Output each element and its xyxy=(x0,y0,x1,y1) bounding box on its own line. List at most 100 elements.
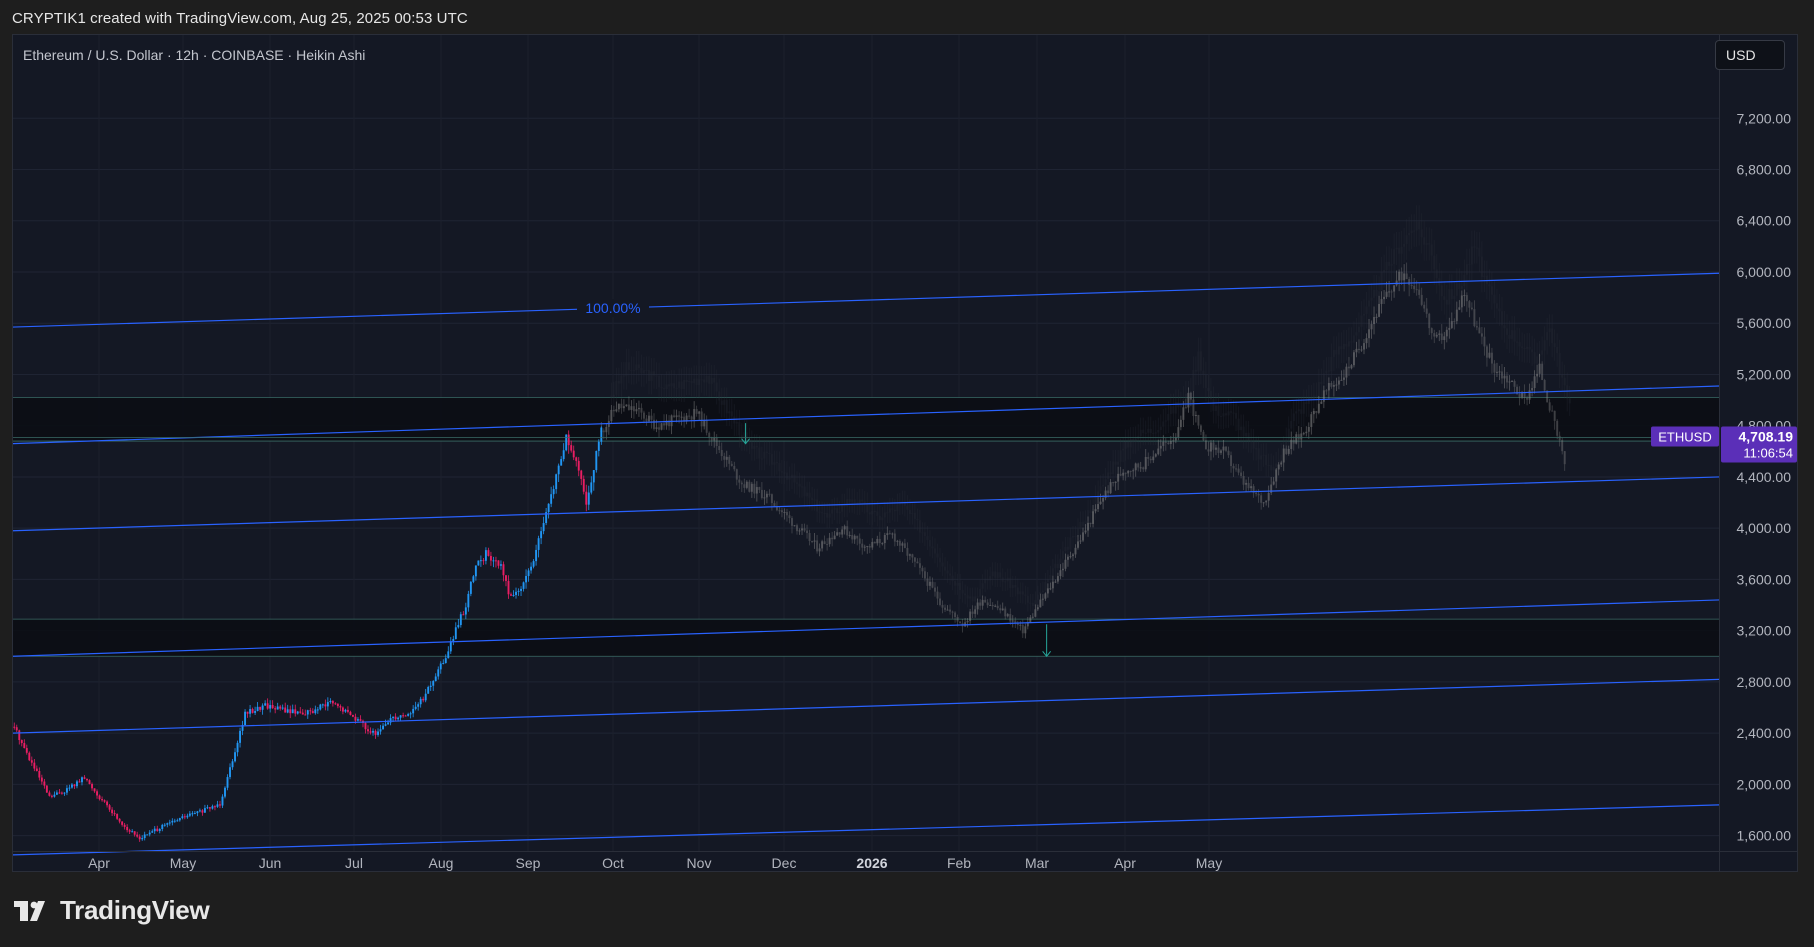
candle xyxy=(168,819,171,826)
candle xyxy=(264,700,267,707)
candle xyxy=(251,707,254,714)
channel-line-0[interactable] xyxy=(13,272,1720,328)
candle xyxy=(334,702,337,705)
candle xyxy=(28,751,31,762)
candle xyxy=(83,775,86,780)
candle xyxy=(1210,440,1212,461)
price-tick-label: 5,200.00 xyxy=(1737,366,1792,382)
candle xyxy=(720,442,723,461)
candle xyxy=(791,516,793,534)
candle xyxy=(58,788,61,794)
candle xyxy=(1235,463,1238,472)
candle xyxy=(1247,477,1250,491)
price-tick-label: 2,400.00 xyxy=(1737,725,1792,741)
candle xyxy=(831,531,834,547)
currency-button[interactable]: USD xyxy=(1715,40,1785,70)
time-tick-label: Apr xyxy=(88,855,110,871)
candle xyxy=(537,535,540,558)
candle xyxy=(128,828,131,835)
candle xyxy=(357,717,359,722)
candle xyxy=(1408,276,1411,297)
candle xyxy=(891,532,894,539)
candle xyxy=(186,813,189,819)
time-tick-label: Mar xyxy=(1025,855,1049,871)
price-tick-label: 3,600.00 xyxy=(1737,571,1792,587)
candle xyxy=(1513,379,1516,394)
candle xyxy=(171,818,174,826)
candle xyxy=(525,569,528,589)
candle xyxy=(261,703,264,715)
candle xyxy=(339,704,342,712)
candle xyxy=(20,739,23,747)
candle xyxy=(53,791,56,798)
candle xyxy=(730,460,733,467)
channel-line-2[interactable] xyxy=(13,476,1720,532)
candle xyxy=(1418,282,1421,299)
candle xyxy=(522,581,525,592)
candle xyxy=(861,539,864,555)
channel-line-4[interactable] xyxy=(13,678,1720,734)
candle xyxy=(173,818,176,823)
candle xyxy=(88,779,91,785)
candle xyxy=(442,659,445,665)
candle xyxy=(823,535,826,545)
price-chart[interactable]: 100.00% 7,200.00 6,800.00 6,400.00 6,000.00 5… xyxy=(13,35,1798,872)
candle xyxy=(1488,343,1491,359)
candle xyxy=(40,774,43,785)
candle xyxy=(1503,366,1506,389)
price-tick-label: 6,800.00 xyxy=(1737,162,1792,178)
candle xyxy=(1325,388,1328,395)
candle xyxy=(319,703,322,711)
price-axis[interactable]: 7,200.00 6,800.00 6,400.00 6,000.00 5,600.00… xyxy=(1737,110,1792,843)
channel-line-5[interactable] xyxy=(13,804,1720,856)
candle xyxy=(299,707,302,714)
candle xyxy=(575,456,578,467)
candle xyxy=(1536,364,1539,383)
time-axis[interactable]: Apr May Jun Jul Aug Sep Oct Nov Dec 2026 Feb Mar Apr… xyxy=(88,855,1222,871)
candle xyxy=(1031,613,1034,619)
candle xyxy=(1122,469,1125,481)
candle xyxy=(858,533,861,551)
candle xyxy=(1541,361,1544,381)
candle xyxy=(866,545,869,554)
candle xyxy=(1230,451,1232,473)
candle xyxy=(1029,615,1032,623)
time-tick-label: Dec xyxy=(772,855,797,871)
candle xyxy=(1478,317,1481,334)
candle xyxy=(898,539,901,552)
candle xyxy=(429,681,432,691)
candle xyxy=(50,794,53,799)
candle xyxy=(836,528,839,536)
candle xyxy=(1345,363,1348,385)
candle xyxy=(796,523,798,535)
candle xyxy=(276,702,279,710)
candle xyxy=(1287,445,1290,456)
candle xyxy=(362,719,364,728)
candle xyxy=(515,587,517,599)
candle xyxy=(735,468,738,486)
chart-panel[interactable]: 100.00% 7,200.00 6,800.00 6,400.00 6,000.00 5… xyxy=(12,34,1798,872)
candle xyxy=(279,704,282,711)
candle xyxy=(1089,522,1092,528)
price-tick-label: 4,400.00 xyxy=(1737,469,1792,485)
candle xyxy=(1250,479,1253,492)
candle xyxy=(424,688,427,703)
candle xyxy=(597,439,600,457)
candle xyxy=(1215,444,1217,456)
candle xyxy=(725,450,728,467)
candle xyxy=(572,445,575,461)
candle xyxy=(434,673,437,682)
candle xyxy=(1134,462,1137,477)
candle xyxy=(918,557,921,575)
candle xyxy=(18,729,21,745)
candle xyxy=(530,562,533,574)
candle xyxy=(477,560,480,566)
tradingview-logo[interactable]: TradingView xyxy=(14,895,210,926)
candle xyxy=(580,469,583,486)
candle xyxy=(1225,446,1227,453)
candle xyxy=(294,704,297,717)
candle xyxy=(464,602,467,620)
candle xyxy=(991,602,994,610)
candle xyxy=(326,697,329,711)
candle xyxy=(1435,332,1438,339)
